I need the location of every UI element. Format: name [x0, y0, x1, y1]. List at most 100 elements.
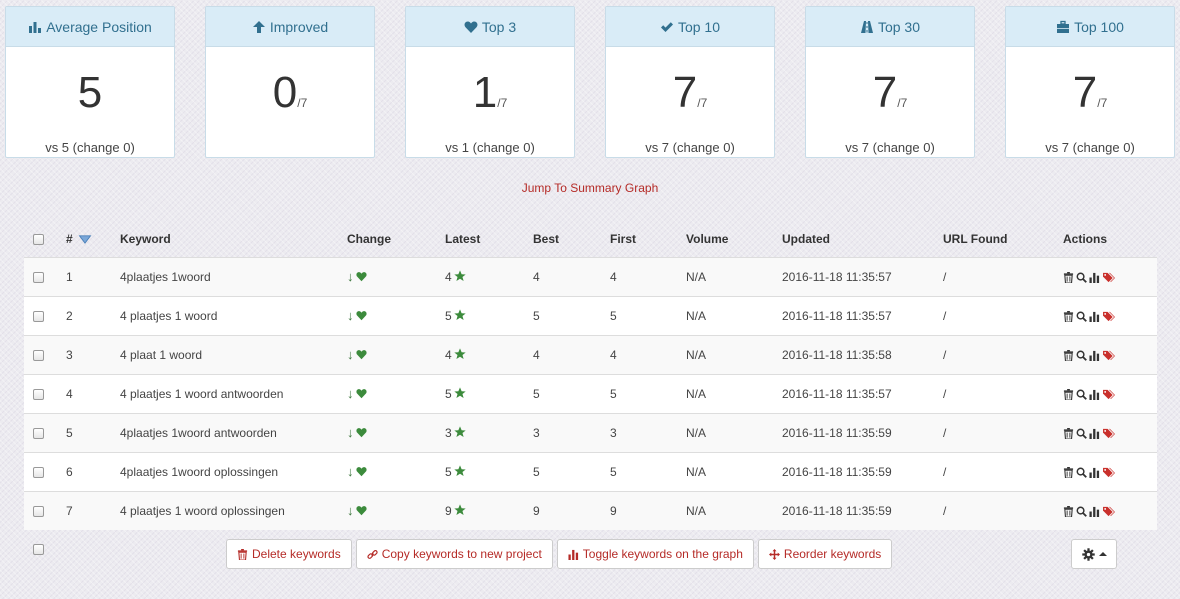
search-icon[interactable] — [1076, 389, 1087, 400]
arrow-down-icon: ↓ — [347, 386, 354, 401]
heart-icon — [355, 428, 367, 438]
row-updated: 2016-11-18 11:35:57 — [782, 386, 892, 401]
jump-to-summary-graph-link[interactable]: Jump To Summary Graph — [0, 181, 1180, 195]
column-header-change[interactable]: Change — [347, 199, 445, 257]
star-icon — [454, 347, 466, 359]
search-icon[interactable] — [1076, 350, 1087, 361]
row-first: 4 — [610, 347, 617, 362]
row-first: 5 — [610, 386, 617, 401]
trash-icon[interactable] — [1063, 349, 1074, 362]
card-value: 0/7 — [272, 68, 308, 117]
tags-icon[interactable] — [1102, 428, 1116, 439]
row-latest: 9 — [445, 491, 533, 530]
tags-icon[interactable] — [1102, 467, 1116, 478]
row-number: 5 — [66, 425, 73, 440]
search-icon[interactable] — [1076, 428, 1087, 439]
row-number: 7 — [66, 503, 73, 518]
sort-down-icon[interactable] — [78, 234, 92, 245]
check-icon — [660, 21, 673, 32]
table-row: 5 4plaatjes 1woord antwoorden ↓ 3 3 3 N/A 2016-… — [24, 413, 1157, 452]
trash-icon[interactable] — [1063, 388, 1074, 401]
row-best: 4 — [533, 269, 540, 284]
row-first: 4 — [610, 269, 617, 284]
star-icon — [454, 425, 466, 437]
card-comparison: vs 5 (change 0) — [45, 140, 135, 155]
link-icon — [367, 549, 378, 559]
search-icon[interactable] — [1076, 272, 1087, 283]
trash-icon[interactable] — [1063, 466, 1074, 479]
bar-chart-icon[interactable] — [1089, 272, 1100, 283]
settings-dropdown-button[interactable] — [1071, 539, 1117, 569]
column-header-best[interactable]: Best — [533, 199, 610, 257]
trash-icon[interactable] — [1063, 506, 1074, 518]
tags-icon[interactable] — [1102, 389, 1116, 400]
row-checkbox[interactable] — [33, 271, 44, 283]
row-url-found[interactable]: / — [943, 413, 1063, 452]
tags-icon[interactable] — [1102, 272, 1116, 283]
card-header: Top 3 — [406, 7, 574, 47]
row-checkbox[interactable] — [33, 506, 44, 518]
bottom-select-all-checkbox[interactable] — [33, 544, 44, 555]
card-header: Top 100 — [1006, 7, 1174, 47]
row-url-found[interactable]: / — [943, 491, 1063, 530]
row-checkbox[interactable] — [33, 349, 44, 361]
toggle-keywords-graph-button[interactable]: Toggle keywords on the graph — [556, 539, 754, 569]
row-volume: N/A — [686, 269, 707, 284]
search-icon[interactable] — [1076, 311, 1087, 322]
copy-keywords-button[interactable]: Copy keywords to new project — [355, 539, 553, 569]
bar-chart-icon[interactable] — [1089, 311, 1100, 322]
column-header-first[interactable]: First — [610, 199, 686, 257]
row-checkbox[interactable] — [33, 427, 44, 439]
heart-icon — [355, 389, 367, 399]
column-header-keyword[interactable]: Keyword — [120, 199, 347, 257]
trash-icon[interactable] — [1063, 310, 1074, 323]
arrow-up-icon — [252, 20, 265, 33]
row-volume: N/A — [686, 464, 707, 479]
bar-chart-icon[interactable] — [1089, 389, 1100, 400]
row-updated: 2016-11-18 11:35:59 — [782, 425, 892, 440]
row-keyword: 4plaatjes 1woord oplossingen — [120, 464, 279, 479]
card-value: 5 — [77, 68, 103, 117]
row-checkbox[interactable] — [33, 310, 44, 322]
card-header: Top 30 — [806, 7, 974, 47]
bar-chart-icon[interactable] — [1089, 506, 1100, 518]
row-updated: 2016-11-18 11:35:58 — [782, 347, 892, 362]
card-label: Top 30 — [877, 18, 921, 35]
table-row: 34 plaat 1 woord ↓ 4 4 4 N/A 2016-11-18 11:35:… — [24, 335, 1157, 374]
search-icon[interactable] — [1076, 467, 1087, 478]
delete-keywords-button[interactable]: Delete keywords — [226, 539, 352, 569]
row-url-found[interactable]: / — [943, 257, 1063, 296]
row-url-found[interactable]: / — [943, 296, 1063, 335]
tags-icon[interactable] — [1102, 506, 1116, 517]
move-icon — [768, 548, 780, 560]
bar-chart-icon — [568, 549, 578, 560]
gear-icon — [1081, 547, 1095, 561]
tags-icon[interactable] — [1102, 350, 1116, 361]
search-icon[interactable] — [1076, 506, 1087, 517]
row-change: ↓ — [347, 452, 445, 491]
row-updated: 2016-11-18 11:35:59 — [782, 464, 892, 479]
row-number: 1 — [66, 269, 73, 284]
row-best: 3 — [533, 425, 540, 440]
column-header-volume[interactable]: Volume — [686, 199, 782, 257]
row-actions — [1063, 335, 1157, 374]
row-url-found[interactable]: / — [943, 335, 1063, 374]
bar-chart-icon[interactable] — [1089, 428, 1100, 439]
trash-icon[interactable] — [1063, 427, 1074, 440]
bar-chart-icon[interactable] — [1089, 350, 1100, 361]
row-url-found[interactable]: / — [943, 374, 1063, 413]
select-all-checkbox[interactable] — [33, 233, 44, 245]
column-header-url-found[interactable]: URL Found — [943, 199, 1063, 257]
bar-chart-icon[interactable] — [1089, 467, 1100, 478]
trash-icon[interactable] — [1063, 271, 1074, 284]
tags-icon[interactable] — [1102, 311, 1116, 322]
row-checkbox[interactable] — [33, 466, 44, 478]
column-header-updated[interactable]: Updated — [782, 199, 943, 257]
table-row: 24 plaatjes 1 woord ↓ 5 5 5 N/A 2016-11-18 11:… — [24, 296, 1157, 335]
row-url-found[interactable]: / — [943, 452, 1063, 491]
row-change: ↓ — [347, 257, 445, 296]
row-latest: 5 — [445, 452, 533, 491]
row-checkbox[interactable] — [33, 388, 44, 400]
column-header-latest[interactable]: Latest — [445, 199, 533, 257]
reorder-keywords-button[interactable]: Reorder keywords — [757, 539, 893, 569]
